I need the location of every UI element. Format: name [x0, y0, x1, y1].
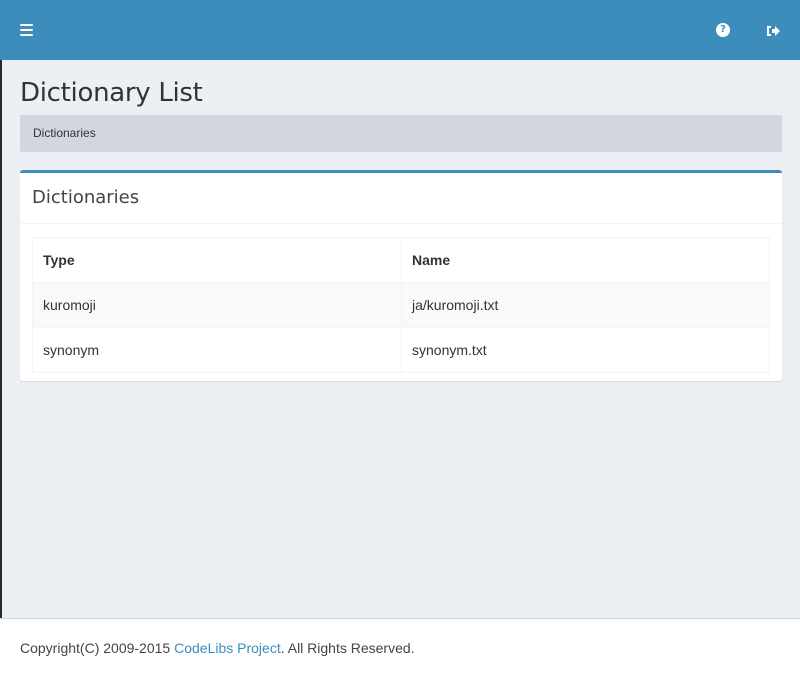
codelibs-project-link[interactable]: CodeLibs Project: [174, 640, 281, 656]
column-header-type: Type: [32, 237, 402, 283]
question-circle-icon: ?: [720, 24, 726, 35]
breadcrumb-item-dictionaries[interactable]: Dictionaries: [33, 126, 96, 140]
table-row[interactable]: synonym synonym.txt: [32, 327, 770, 373]
cell-name: synonym.txt: [401, 327, 770, 373]
box-body: Type Name kuromoji ja/kuromoji.txt synon…: [20, 224, 782, 386]
footer: Copyright(C) 2009-2015 CodeLibs Project.…: [0, 618, 800, 679]
box-header: Dictionaries: [20, 173, 782, 224]
sign-out-icon: [767, 26, 780, 36]
column-header-name: Name: [401, 237, 770, 283]
cell-type: kuromoji: [32, 282, 402, 328]
sidebar-toggle-button[interactable]: [19, 22, 35, 38]
cell-name: ja/kuromoji.txt: [401, 282, 770, 328]
content-header: Dictionary List: [20, 78, 782, 108]
bars-icon: [20, 24, 33, 26]
sidebar-edge: [0, 0, 2, 679]
footer-copyright-suffix: . All Rights Reserved.: [280, 640, 415, 656]
dictionary-table: Type Name kuromoji ja/kuromoji.txt synon…: [32, 237, 770, 373]
help-button[interactable]: ?: [716, 23, 730, 37]
cell-type: synonym: [32, 327, 402, 373]
breadcrumb: Dictionaries: [20, 115, 782, 152]
footer-copyright-prefix: Copyright(C) 2009-2015: [20, 640, 175, 656]
box-title: Dictionaries: [32, 187, 140, 208]
dictionaries-box: Dictionaries Type Name kuromoji ja/kurom…: [20, 170, 782, 381]
table-row[interactable]: kuromoji ja/kuromoji.txt: [32, 282, 770, 328]
table-header-row: Type Name: [32, 237, 770, 283]
page-title: Dictionary List: [20, 78, 203, 108]
top-navbar: ?: [0, 0, 800, 60]
logout-button[interactable]: [766, 24, 780, 36]
